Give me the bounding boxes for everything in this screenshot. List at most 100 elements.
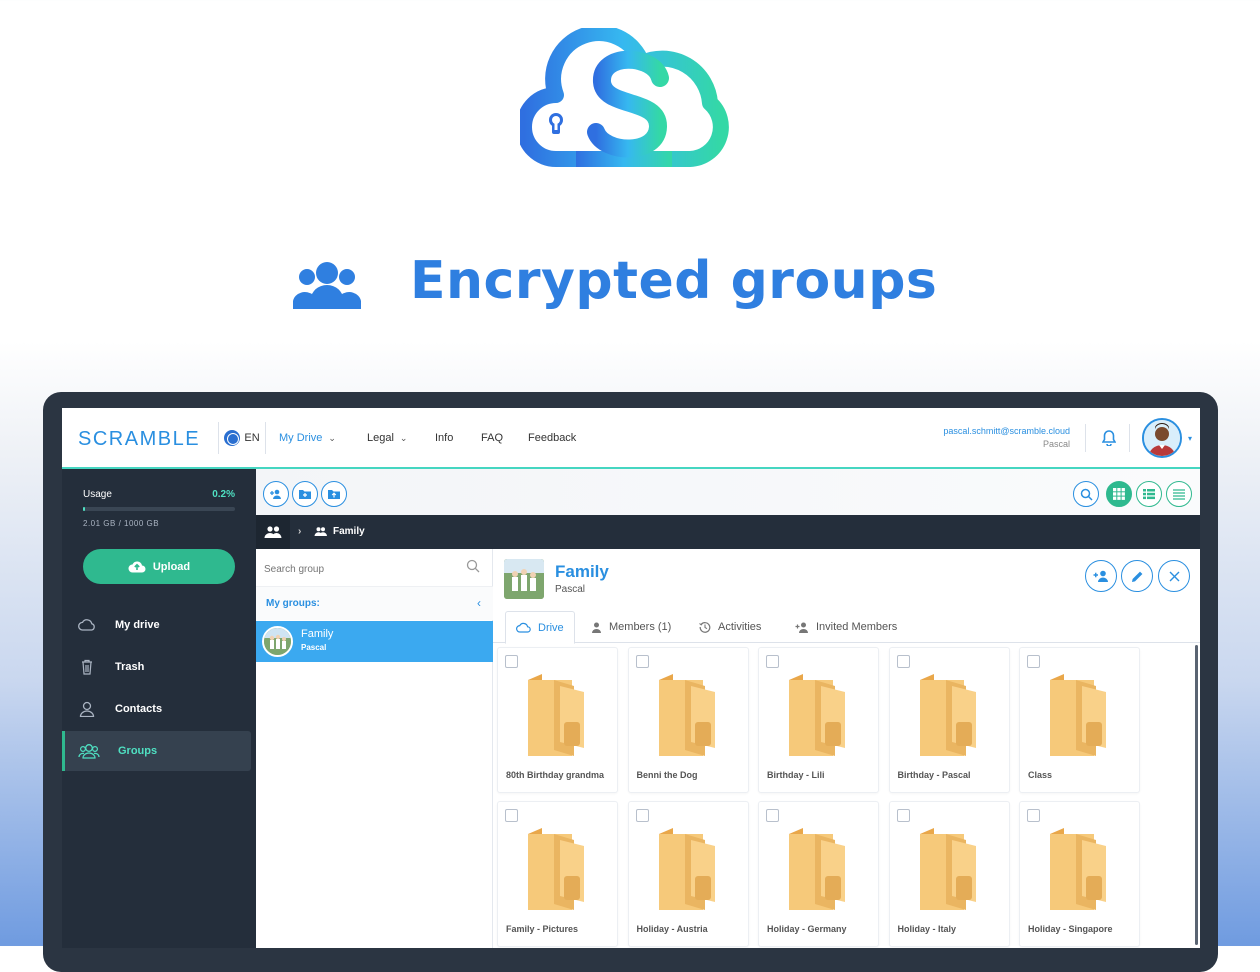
folder-card[interactable]: Family - Pictures (497, 801, 618, 947)
search-button[interactable] (1073, 481, 1099, 507)
sidebar-item-my-drive[interactable]: My drive (62, 605, 256, 645)
usage-text: 2.01 GB / 1000 GB (83, 519, 160, 528)
list-view-button[interactable] (1136, 481, 1162, 507)
folder-card[interactable]: Birthday - Lili (758, 647, 879, 793)
select-checkbox[interactable] (766, 809, 779, 822)
select-checkbox[interactable] (896, 655, 910, 668)
nav-label: My Drive (279, 432, 323, 444)
nav-legal[interactable]: Legal ⌄ (367, 432, 407, 444)
scrollbar[interactable] (1195, 645, 1198, 945)
chevron-down-icon: ⌄ (328, 433, 336, 443)
folder-card[interactable]: Holiday - Germany (758, 801, 879, 947)
list-item[interactable]: Family Pascal (256, 621, 493, 662)
select-checkbox[interactable] (1027, 809, 1040, 822)
folder-card[interactable]: Holiday - Singapore (1019, 801, 1140, 947)
caret-down-icon[interactable]: ▾ (1188, 434, 1192, 443)
my-groups-label: My groups: (266, 598, 320, 609)
select-checkbox[interactable] (1027, 655, 1040, 668)
edit-group-button[interactable] (1121, 560, 1153, 592)
select-checkbox[interactable] (505, 809, 518, 822)
folder-name: 80th Birthday grandma (506, 770, 605, 780)
usage-bar (83, 507, 235, 511)
person-add-icon (795, 622, 808, 633)
folder-card[interactable]: Holiday - Italy (888, 801, 1010, 947)
group-name: Family (301, 628, 334, 640)
folder-icon (1046, 672, 1110, 756)
top-navbar: SCRAMBLE EN My Drive ⌄ Legal ⌄ Info FAQ Fe… (62, 408, 1200, 469)
group-title: Family (555, 562, 609, 581)
folder-card[interactable]: Class (1019, 647, 1140, 793)
groups-icon (78, 744, 100, 759)
sidebar-item-trash[interactable]: Trash (62, 647, 256, 687)
user-name: Pascal (1042, 439, 1070, 449)
sidebar: Usage 0.2% 2.01 GB / 1000 GB Upload My d… (62, 469, 256, 948)
folder-icon (785, 672, 849, 756)
divider (1129, 424, 1130, 452)
upload-folder-button[interactable] (321, 481, 347, 507)
new-folder-button[interactable] (292, 481, 318, 507)
folder-name: Holiday - Italy (897, 924, 957, 934)
folder-card[interactable]: 80th Birthday grandma (497, 647, 618, 793)
list-icon (1143, 489, 1155, 500)
add-group-button[interactable] (263, 481, 289, 507)
breadcrumb-separator: › (298, 526, 302, 537)
chevron-left-icon[interactable]: ‹ (477, 596, 481, 610)
close-icon (1169, 571, 1179, 581)
nav-faq[interactable]: FAQ (481, 432, 503, 444)
group-photo (504, 559, 544, 599)
groups-icon (264, 526, 282, 538)
select-checkbox[interactable] (635, 655, 649, 668)
search-group-input[interactable] (264, 557, 485, 581)
group-add-icon (270, 489, 281, 499)
scramble-logo (520, 28, 729, 167)
upload-label: Upload (152, 560, 191, 573)
tab-activities[interactable]: Activities (689, 611, 771, 643)
folder-name: Family - Pictures (506, 924, 579, 934)
folder-name: Birthday - Pascal (897, 770, 971, 780)
compact-view-button[interactable] (1166, 481, 1192, 507)
sidebar-item-groups[interactable]: Groups (62, 731, 251, 771)
language-selector[interactable]: EN (218, 422, 266, 454)
folder-name: Holiday - Austria (636, 924, 708, 934)
select-checkbox[interactable] (896, 809, 910, 822)
select-checkbox[interactable] (766, 655, 779, 668)
sidebar-item-contacts[interactable]: Contacts (62, 689, 256, 729)
bell-icon[interactable] (1102, 430, 1116, 446)
folder-icon (1046, 826, 1110, 910)
nav-info[interactable]: Info (435, 432, 453, 444)
search-icon[interactable] (466, 559, 480, 573)
select-checkbox[interactable] (505, 655, 518, 668)
close-button[interactable] (1158, 560, 1190, 592)
folder-icon (524, 672, 588, 756)
tab-invited-members[interactable]: Invited Members (785, 611, 907, 643)
add-member-button[interactable] (1085, 560, 1117, 592)
main-panel: › Family My groups: ‹ Family Pascal (256, 469, 1200, 948)
trash-icon (82, 659, 92, 675)
folder-icon (524, 826, 588, 910)
nav-feedback[interactable]: Feedback (528, 432, 576, 444)
select-checkbox[interactable] (635, 809, 649, 822)
contact-icon (79, 701, 95, 717)
folder-card[interactable]: Holiday - Austria (627, 801, 749, 947)
upload-button[interactable]: Upload (83, 549, 235, 584)
tab-members[interactable]: Members (1) (581, 611, 681, 643)
nav-my-drive[interactable]: My Drive ⌄ (279, 432, 336, 444)
breadcrumb-item[interactable]: Family (314, 526, 365, 537)
sidebar-item-label: My drive (115, 619, 160, 631)
sidebar-item-label: Trash (115, 661, 145, 673)
menu-icon (1173, 489, 1185, 500)
brand-logo[interactable]: SCRAMBLE (78, 428, 200, 451)
folder-card[interactable]: Birthday - Pascal (888, 647, 1010, 793)
folder-name: Benni the Dog (636, 770, 698, 780)
tab-drive[interactable]: Drive (505, 611, 575, 644)
person-add-icon (1093, 570, 1108, 582)
grid-view-button[interactable] (1106, 481, 1132, 507)
folder-icon (916, 672, 980, 756)
language-label: EN (244, 432, 260, 444)
groups-icon (314, 527, 327, 536)
folder-icon (655, 672, 719, 756)
groups-home-button[interactable] (256, 515, 290, 549)
folder-card[interactable]: Benni the Dog (627, 647, 749, 793)
avatar[interactable] (1142, 418, 1182, 458)
user-email: pascal.schmitt@scramble.cloud (943, 426, 1070, 436)
